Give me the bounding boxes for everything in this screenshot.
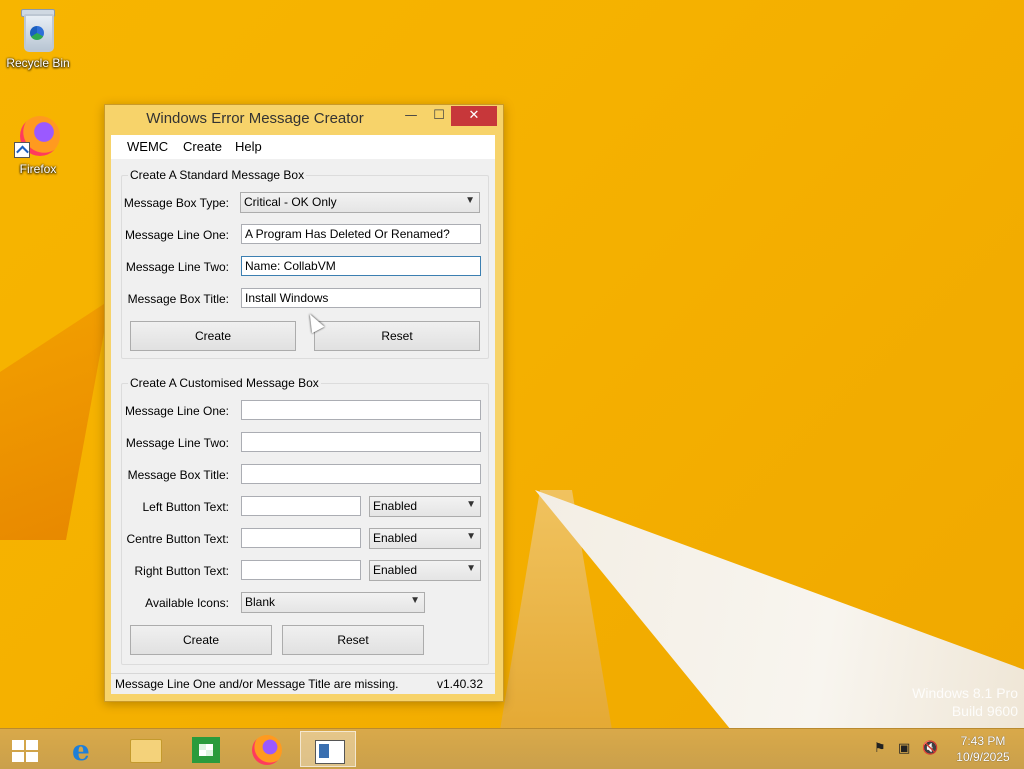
field-label: Message Line One:	[124, 404, 229, 418]
left-button-text-input[interactable]	[241, 496, 361, 516]
status-bar: Message Line One and/or Message Title ar…	[111, 673, 495, 694]
shortcut-arrow-icon	[14, 142, 30, 158]
standard-line-two-input[interactable]: Name: CollabVM	[241, 256, 481, 276]
left-button-state-select[interactable]: Enabled ▼	[369, 496, 481, 517]
menu-bar: WEMC Create Help	[111, 135, 495, 159]
folder-icon	[130, 739, 162, 763]
action-center-flag-icon[interactable]: ⚑	[874, 741, 886, 756]
taskbar-file-explorer[interactable]	[118, 731, 174, 767]
menu-create[interactable]: Create	[183, 139, 222, 154]
wemc-window: Windows Error Message Creator — ☐ ✕ WEMC…	[104, 104, 504, 702]
right-button-state-select[interactable]: Enabled ▼	[369, 560, 481, 581]
select-value: Enabled	[373, 531, 418, 545]
chevron-down-icon: ▼	[466, 499, 476, 510]
custom-line-two-input[interactable]	[241, 432, 481, 452]
field-label: Left Button Text:	[142, 500, 229, 514]
taskbar: e ⚑ ▣ 🔇 7:43 PM 10/9/2025	[0, 728, 1024, 769]
clock-date: 10/9/2025	[956, 750, 1010, 764]
clock-time: 7:43 PM	[960, 734, 1006, 748]
desktop-icon-label: Firefox	[19, 162, 57, 176]
windows-logo-icon	[12, 740, 38, 762]
menu-help[interactable]: Help	[235, 139, 262, 154]
custom-create-button[interactable]: Create	[130, 625, 272, 655]
field-label: Message Box Title:	[127, 292, 229, 306]
field-label: Available Icons:	[145, 596, 229, 610]
group-label: Create A Standard Message Box	[128, 168, 307, 182]
field-label: Message Box Title:	[127, 468, 229, 482]
taskbar-wemc[interactable]	[300, 731, 356, 767]
status-message: Message Line One and/or Message Title ar…	[115, 677, 399, 691]
firefox-icon	[252, 735, 282, 765]
store-icon	[192, 737, 220, 763]
custom-reset-button[interactable]: Reset	[282, 625, 424, 655]
field-label: Centre Button Text:	[126, 532, 229, 546]
window-client: WEMC Create Help Create A Standard Messa…	[111, 135, 495, 694]
taskbar-internet-explorer[interactable]: e	[58, 731, 114, 767]
select-value: Enabled	[373, 499, 418, 513]
chevron-down-icon: ▼	[466, 531, 476, 542]
message-box-type-select[interactable]: Critical - OK Only ▼	[240, 192, 480, 213]
custom-message-group: Create A Customised Message Box	[121, 376, 489, 665]
select-value: Blank	[245, 595, 276, 609]
custom-line-one-input[interactable]	[241, 400, 481, 420]
wemc-app-icon	[315, 740, 345, 764]
firefox-icon	[14, 112, 62, 160]
field-label: Right Button Text:	[134, 564, 230, 578]
version-label: v1.40.32	[436, 677, 483, 691]
select-value: Critical - OK Only	[244, 195, 337, 209]
right-button-text-input[interactable]	[241, 560, 361, 580]
group-label: Create A Customised Message Box	[128, 376, 321, 390]
standard-reset-button[interactable]: Reset	[314, 321, 480, 351]
taskbar-firefox[interactable]	[240, 731, 296, 767]
system-clock[interactable]: 7:43 PM 10/9/2025	[948, 733, 1018, 765]
field-label: Message Box Type:	[123, 196, 229, 210]
watermark-edition: Windows 8.1 Pro	[912, 685, 1018, 701]
window-title: Windows Error Message Creator	[146, 110, 364, 127]
centre-button-state-select[interactable]: Enabled ▼	[369, 528, 481, 549]
desktop-icon-firefox[interactable]: Firefox	[0, 112, 76, 176]
recycle-bin-icon	[14, 6, 62, 54]
select-value: Enabled	[373, 563, 418, 577]
chevron-down-icon: ▼	[465, 195, 475, 206]
windows-watermark: Windows 8.1 Pro Build 9600	[912, 684, 1018, 720]
standard-create-button[interactable]: Create	[130, 321, 296, 351]
internet-explorer-icon: e	[72, 734, 90, 767]
available-icons-select[interactable]: Blank ▼	[241, 592, 425, 613]
volume-muted-icon[interactable]: 🔇	[922, 741, 938, 756]
window-titlebar[interactable]: Windows Error Message Creator — ☐ ✕	[105, 105, 503, 135]
field-label: Message Line Two:	[125, 260, 229, 274]
chevron-down-icon: ▼	[466, 563, 476, 574]
start-button[interactable]	[0, 731, 56, 767]
watermark-build: Build 9600	[951, 703, 1018, 719]
centre-button-text-input[interactable]	[241, 528, 361, 548]
chevron-down-icon: ▼	[410, 595, 420, 606]
taskbar-store[interactable]	[178, 731, 234, 767]
wallpaper-shard	[0, 300, 110, 540]
maximize-button[interactable]: ☐	[427, 106, 451, 126]
desktop-icon-label: Recycle Bin	[6, 56, 70, 70]
close-button[interactable]: ✕	[451, 106, 497, 126]
custom-title-input[interactable]	[241, 464, 481, 484]
standard-title-input[interactable]: Install Windows	[241, 288, 481, 308]
minimize-button[interactable]: —	[399, 106, 423, 126]
field-label: Message Line One:	[124, 228, 229, 242]
menu-wemc[interactable]: WEMC	[127, 139, 168, 154]
field-label: Message Line Two:	[125, 436, 229, 450]
network-icon[interactable]: ▣	[898, 741, 910, 756]
desktop-icon-recycle-bin[interactable]: Recycle Bin	[0, 6, 76, 70]
standard-line-one-input[interactable]: A Program Has Deleted Or Renamed?	[241, 224, 481, 244]
